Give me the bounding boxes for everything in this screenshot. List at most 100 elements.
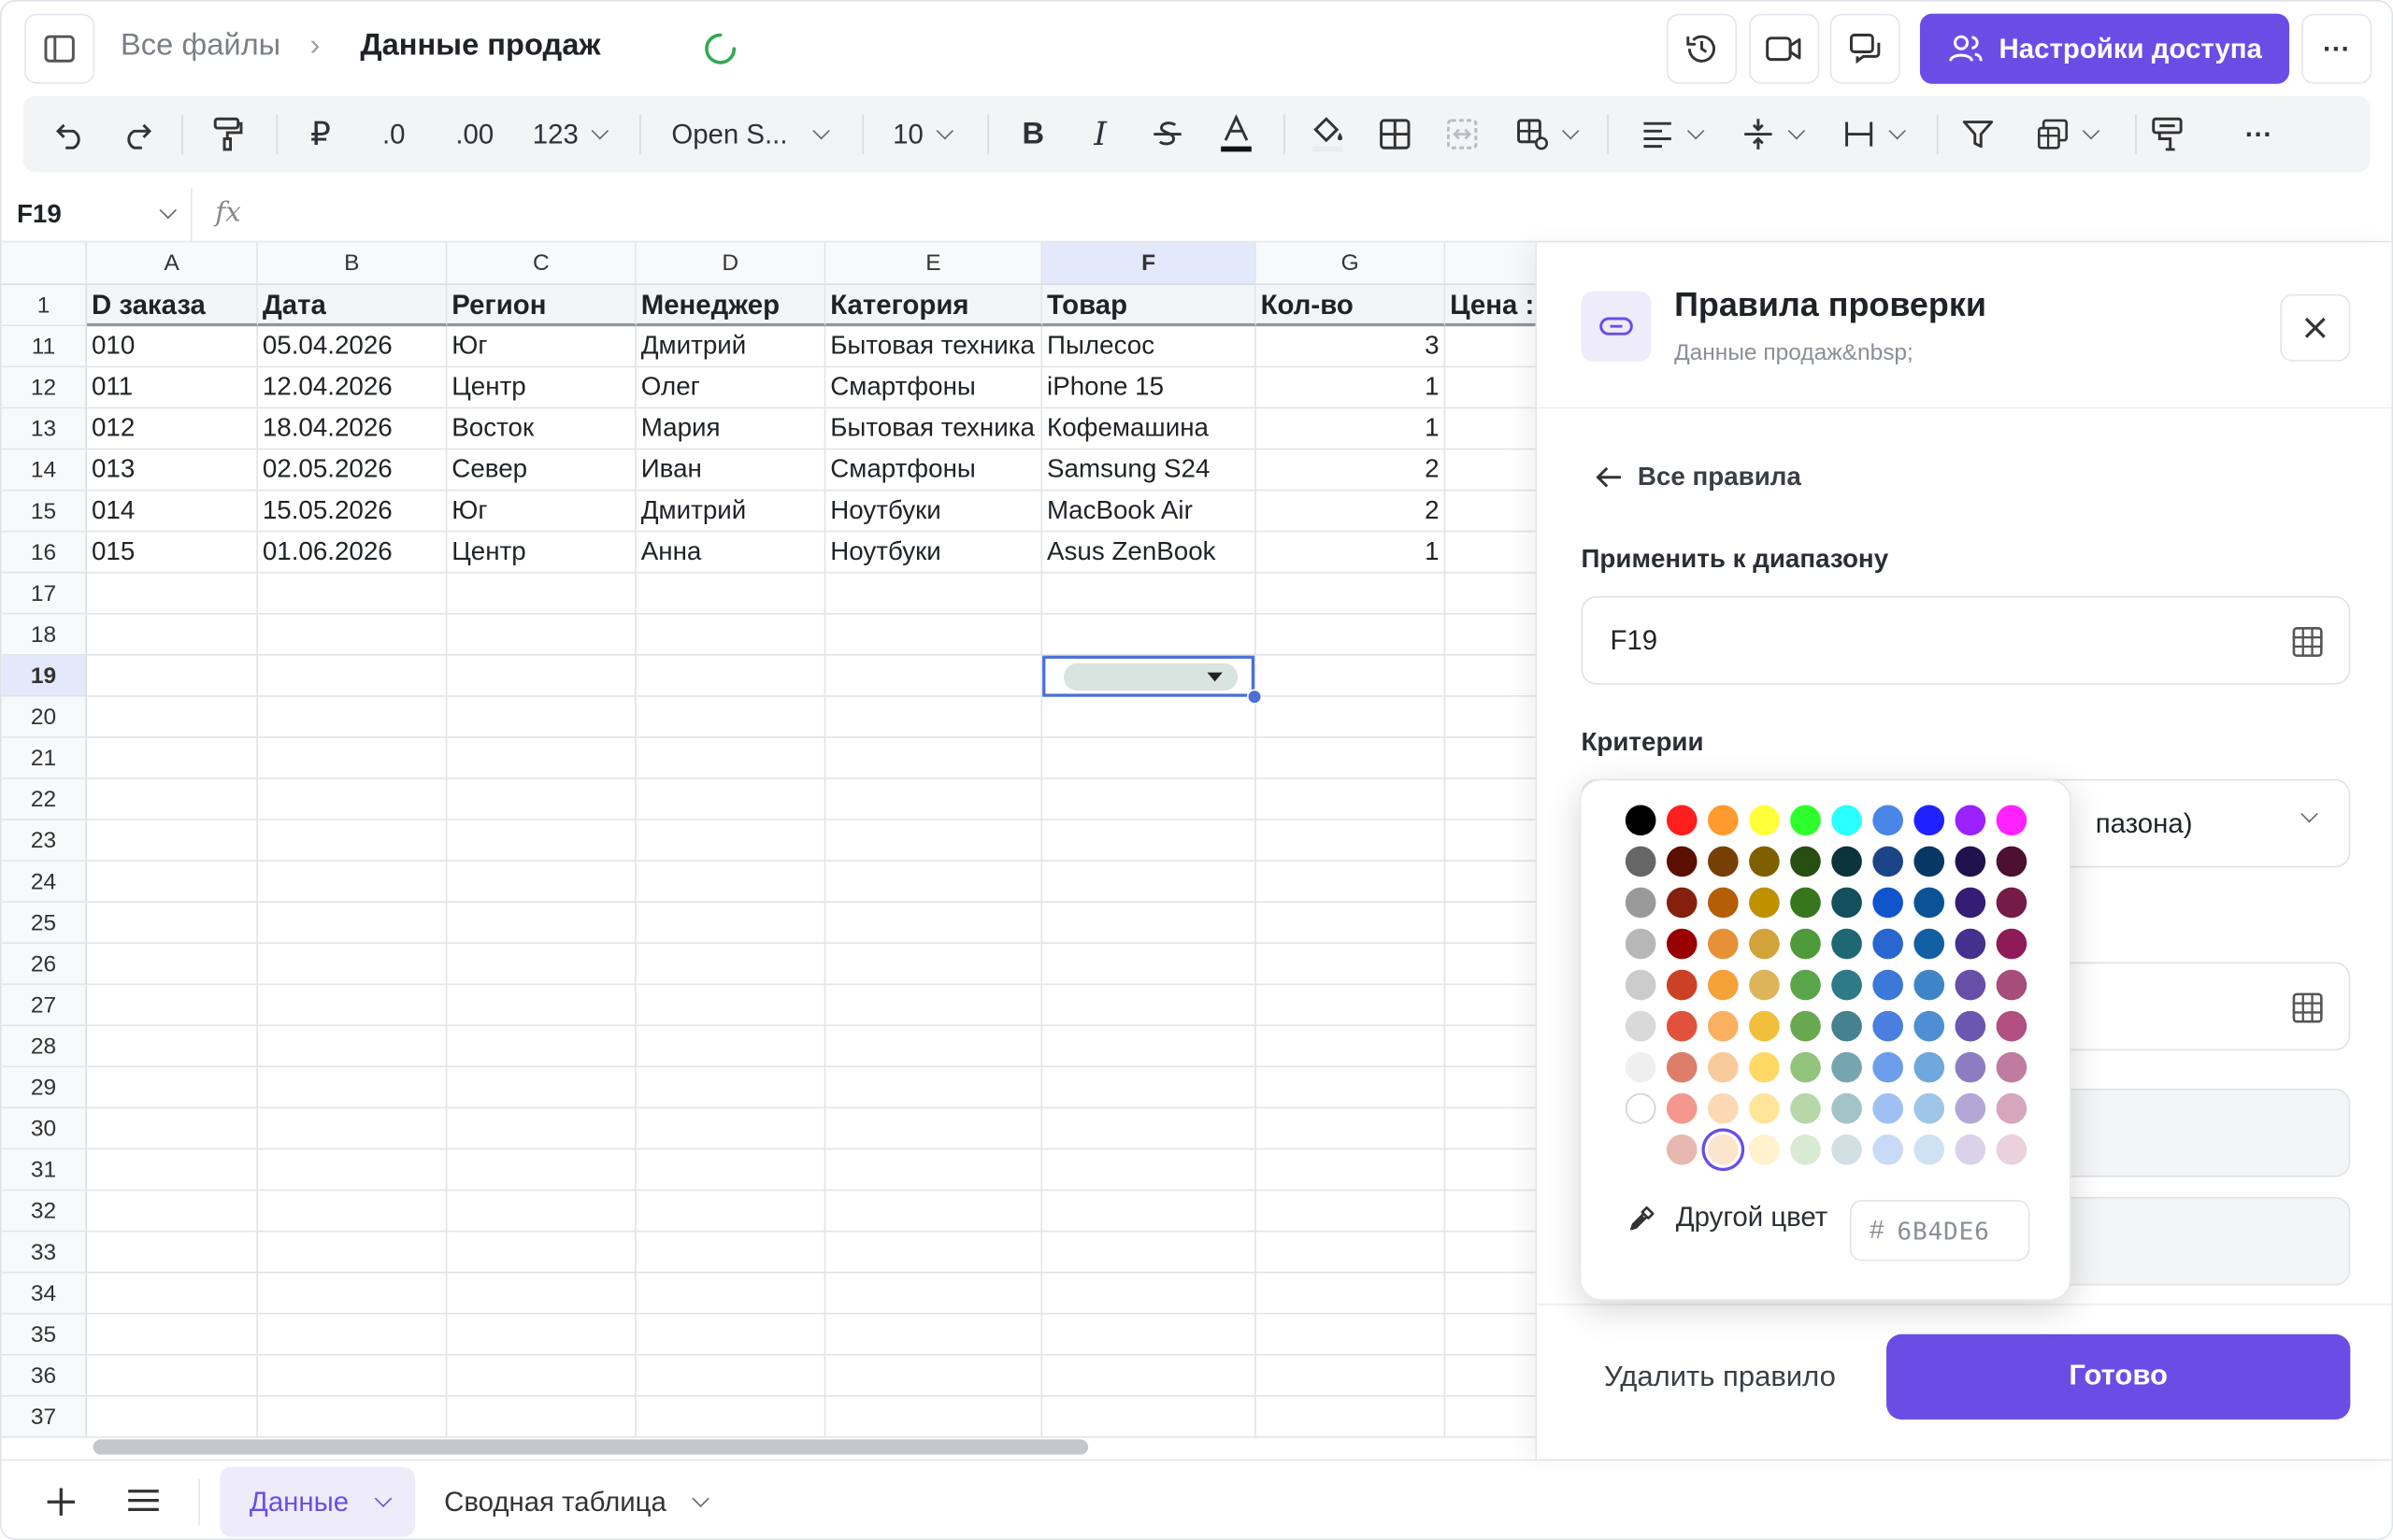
table-cell[interactable] xyxy=(1445,1108,1536,1150)
color-swatch[interactable] xyxy=(1955,805,1986,836)
conditional-format-dropdown[interactable] xyxy=(2022,96,2107,173)
table-cell[interactable] xyxy=(1445,1149,1536,1191)
row-header[interactable]: 31 xyxy=(1,1149,88,1191)
redo-button[interactable] xyxy=(118,96,157,173)
table-cell[interactable] xyxy=(87,1108,258,1150)
table-cell[interactable] xyxy=(1042,944,1256,986)
table-cell[interactable] xyxy=(87,1191,258,1233)
color-swatch[interactable] xyxy=(1955,1092,1986,1124)
color-swatch[interactable] xyxy=(1996,1092,2028,1124)
table-cell[interactable] xyxy=(825,1108,1043,1150)
table-cell[interactable] xyxy=(636,1232,826,1274)
color-swatch[interactable] xyxy=(1872,887,1903,919)
table-cell[interactable] xyxy=(1445,820,1536,862)
table-cell[interactable] xyxy=(1445,326,1536,368)
color-swatch[interactable] xyxy=(1707,1010,1739,1042)
table-cell[interactable] xyxy=(1445,532,1536,574)
table-cell[interactable] xyxy=(447,1396,637,1438)
custom-color-button[interactable]: Другой цвет xyxy=(1626,1202,1827,1233)
table-cell[interactable]: Дмитрий xyxy=(636,491,826,533)
table-cell[interactable] xyxy=(1042,861,1256,903)
table-cell[interactable] xyxy=(636,1355,826,1397)
table-cell[interactable] xyxy=(825,1355,1043,1397)
table-cell[interactable]: Asus ZenBook xyxy=(1042,532,1256,574)
back-to-all-rules[interactable]: Все правила xyxy=(1595,462,1801,492)
table-cell[interactable] xyxy=(447,1314,637,1356)
table-cell[interactable] xyxy=(1255,1067,1446,1109)
table-cell[interactable] xyxy=(825,655,1043,697)
color-swatch[interactable] xyxy=(1872,805,1903,836)
text-wrap-dropdown[interactable] xyxy=(1833,96,1910,173)
header-cell[interactable]: Цена : xyxy=(1445,285,1536,327)
row-header[interactable]: 28 xyxy=(1,1026,88,1068)
row-header[interactable]: 1 xyxy=(1,285,88,327)
table-cell[interactable] xyxy=(257,1396,448,1438)
table-cell[interactable] xyxy=(447,737,637,779)
color-swatch[interactable] xyxy=(1996,969,2028,1001)
horizontal-align-dropdown[interactable] xyxy=(1631,96,1708,173)
column-header-d[interactable]: D xyxy=(636,242,826,286)
table-cell[interactable] xyxy=(87,985,258,1027)
color-swatch[interactable] xyxy=(1831,928,1862,960)
color-swatch[interactable] xyxy=(1707,1051,1739,1083)
table-cell[interactable]: Пылесос xyxy=(1042,326,1256,368)
color-swatch[interactable] xyxy=(1749,928,1780,960)
color-swatch[interactable] xyxy=(1790,1092,1821,1124)
table-cell[interactable]: Ноутбуки xyxy=(825,491,1043,533)
table-cell[interactable] xyxy=(447,1149,637,1191)
row-header[interactable]: 30 xyxy=(1,1108,88,1150)
table-cell[interactable] xyxy=(1255,1191,1446,1233)
table-cell[interactable] xyxy=(636,778,826,820)
table-cell[interactable] xyxy=(87,778,258,820)
table-cell[interactable] xyxy=(636,1396,826,1438)
sheet-list-icon[interactable] xyxy=(127,1485,161,1516)
table-cell[interactable] xyxy=(825,1026,1043,1068)
table-cell[interactable] xyxy=(1445,1315,1536,1356)
color-swatch[interactable] xyxy=(1913,805,1945,836)
color-swatch[interactable] xyxy=(1625,805,1656,836)
add-sheet-icon[interactable] xyxy=(44,1485,78,1519)
table-cell[interactable]: Смартфоны xyxy=(825,449,1043,492)
table-cell[interactable] xyxy=(1255,902,1446,945)
table-cell[interactable] xyxy=(1445,944,1536,986)
header-cell[interactable]: Менеджер xyxy=(636,285,826,327)
color-swatch[interactable] xyxy=(1955,846,1986,877)
row-header[interactable]: 18 xyxy=(1,614,88,656)
table-cell[interactable] xyxy=(636,696,826,738)
table-cell[interactable]: Олег xyxy=(636,367,826,409)
close-panel-button[interactable] xyxy=(2280,293,2351,362)
table-cell[interactable] xyxy=(1255,861,1446,903)
table-cell[interactable] xyxy=(447,778,637,820)
color-swatch[interactable] xyxy=(1707,805,1739,836)
color-swatch[interactable] xyxy=(1996,1134,2028,1165)
table-cell[interactable] xyxy=(636,944,826,986)
table-cell[interactable] xyxy=(1255,1273,1446,1315)
table-cell[interactable] xyxy=(447,820,637,862)
undo-button[interactable] xyxy=(50,96,90,173)
color-swatch[interactable] xyxy=(1831,846,1862,877)
row-header[interactable]: 35 xyxy=(1,1314,88,1356)
color-swatch[interactable] xyxy=(1955,887,1986,919)
merge-cells-button[interactable] xyxy=(1442,96,1482,173)
color-swatch[interactable] xyxy=(1749,1134,1780,1165)
table-cell[interactable] xyxy=(87,1314,258,1356)
column-header-g[interactable]: G xyxy=(1255,242,1446,286)
table-cell[interactable] xyxy=(257,1067,448,1109)
color-swatch[interactable] xyxy=(1707,928,1739,960)
header-cell[interactable]: Товар xyxy=(1042,285,1256,327)
row-header[interactable]: 19 xyxy=(1,655,88,697)
table-cell[interactable] xyxy=(1042,820,1256,862)
more-menu-button[interactable]: ··· xyxy=(2301,13,2372,84)
table-cell[interactable] xyxy=(1255,614,1446,656)
table-cell[interactable] xyxy=(1445,491,1536,533)
column-header-h[interactable] xyxy=(1445,242,1536,286)
table-cell[interactable] xyxy=(447,1191,637,1233)
table-cell[interactable] xyxy=(257,573,448,615)
table-cell[interactable] xyxy=(1042,1273,1256,1315)
table-cell[interactable]: 015 xyxy=(87,532,258,574)
table-cell[interactable]: Бытовая техника xyxy=(825,408,1043,450)
table-cell[interactable] xyxy=(87,1355,258,1397)
table-cell[interactable] xyxy=(1255,1026,1446,1068)
row-header[interactable]: 21 xyxy=(1,737,88,779)
table-cell[interactable] xyxy=(1255,1396,1446,1438)
